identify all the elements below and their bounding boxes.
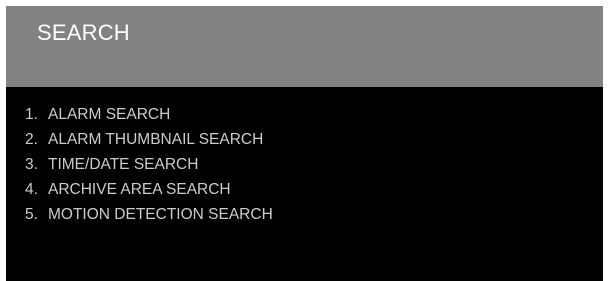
menu-item-alarm-thumbnail-search[interactable]: 2. ALARM THUMBNAIL SEARCH [25,131,273,156]
menu-item-label: ARCHIVE AREA SEARCH [48,181,231,198]
menu-item-motion-detection-search[interactable]: 5. MOTION DETECTION SEARCH [25,206,273,231]
search-menu-screen: SEARCH 1. ALARM SEARCH 2. ALARM THUMBNAIL … [6,6,603,281]
menu-item-archive-area-search[interactable]: 4. ARCHIVE AREA SEARCH [25,181,273,206]
header-bar: SEARCH [6,6,603,87]
menu-item-number: 5. [25,206,38,223]
menu-item-number: 3. [25,156,38,173]
menu-item-number: 2. [25,131,38,148]
page-title: SEARCH [37,20,130,45]
menu-item-label: ALARM SEARCH [48,106,171,123]
menu-item-number: 1. [25,106,38,123]
search-menu-list: 1. ALARM SEARCH 2. ALARM THUMBNAIL SEARCH … [25,106,273,231]
menu-item-alarm-search[interactable]: 1. ALARM SEARCH [25,106,273,131]
menu-item-time-date-search[interactable]: 3. TIME/DATE SEARCH [25,156,273,181]
menu-item-label: ALARM THUMBNAIL SEARCH [48,131,264,148]
menu-item-label: TIME/DATE SEARCH [48,156,199,173]
menu-item-label: MOTION DETECTION SEARCH [48,206,273,223]
menu-item-number: 4. [25,181,38,198]
